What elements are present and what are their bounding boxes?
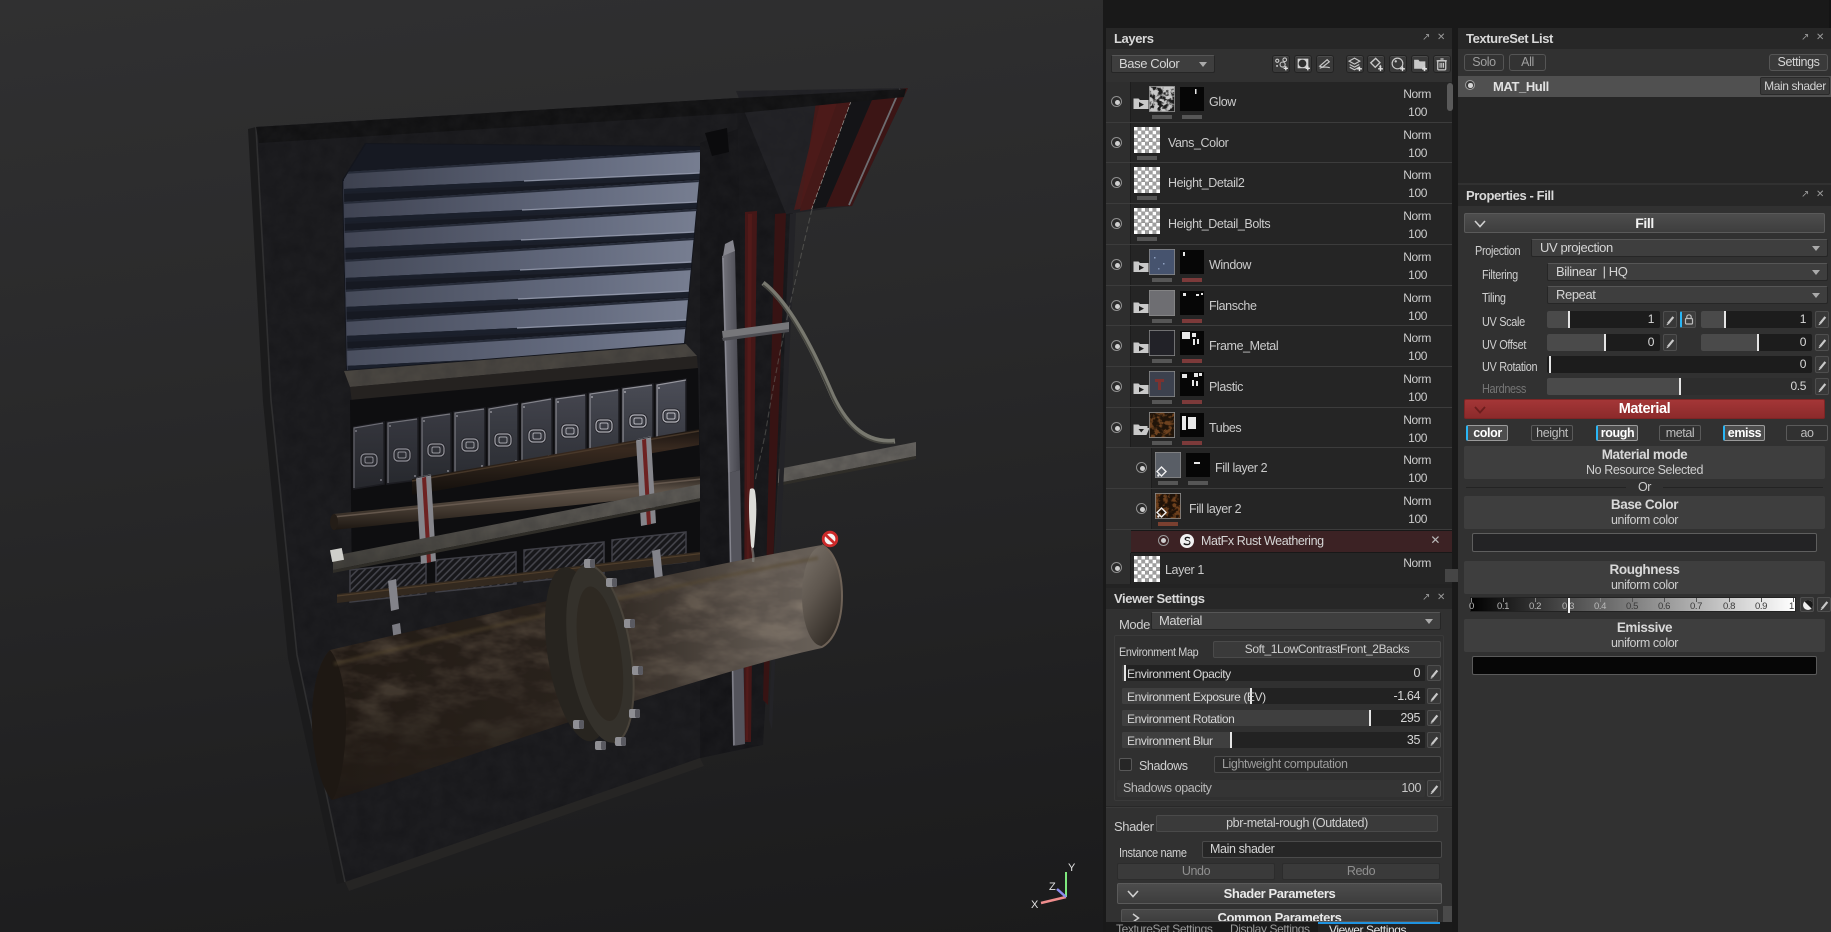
svg-text:Z: Z [1049,881,1056,893]
svg-text:Y: Y [1068,862,1076,874]
svg-text:X: X [1031,899,1039,911]
